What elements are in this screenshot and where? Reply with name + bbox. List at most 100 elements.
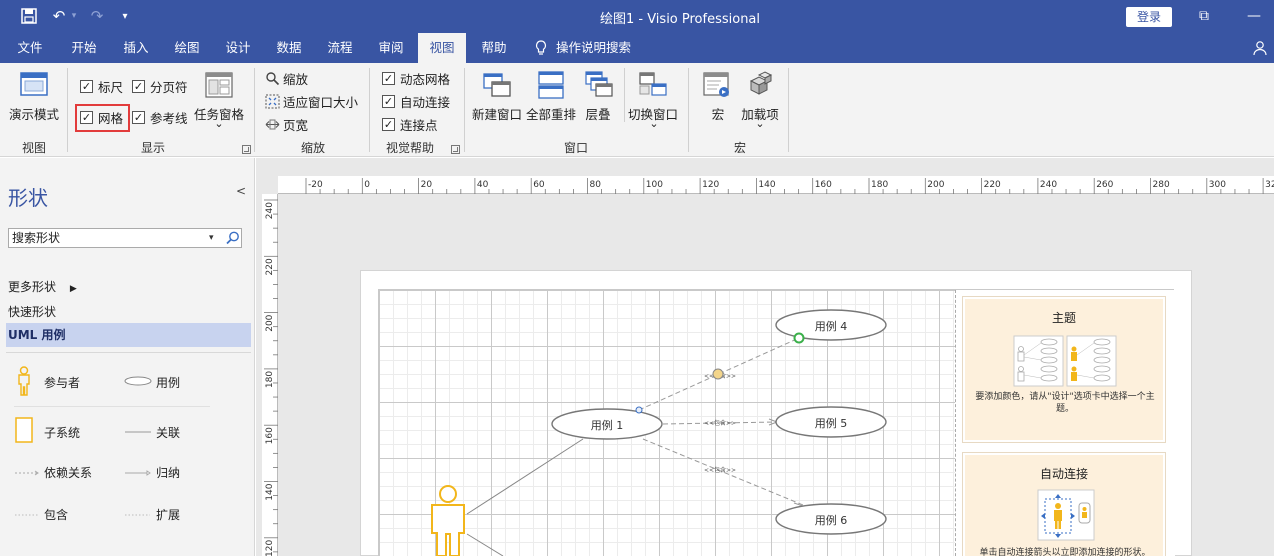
fit-to-window-icon [265,94,280,108]
save-icon[interactable] [18,6,40,26]
tab-draw[interactable]: 绘图 [165,33,209,63]
macros-label[interactable]: 宏 [704,104,732,123]
connector-label[interactable]: <<包含>> [704,419,736,427]
group-label-macros: 宏 [733,141,746,155]
switch-windows-dropdown-icon[interactable]: ⌄ [647,117,661,130]
addins-icon[interactable] [745,71,775,102]
collapse-pane-icon[interactable]: < [236,184,246,198]
tell-me-search[interactable]: 操作说明搜索 [556,33,640,63]
cascade-label[interactable]: 层叠 [580,104,616,123]
ruler-tick-label: 320 [1265,180,1274,190]
arrange-all-icon[interactable] [536,70,566,103]
chevron-right-icon: ▶ [69,284,77,294]
use-case-1[interactable]: 用例 1 [551,408,663,440]
lightbulb-icon [532,33,550,63]
checkbox-checked-icon: ✓ [382,94,395,108]
autoconnect-tip-card[interactable]: 自动连接 单击自动连接箭头以立即添加连接的形状。 [963,453,1165,556]
quick-shapes-item[interactable]: 快速形状 [8,303,56,320]
use-case-6[interactable]: 用例 6 [775,503,887,535]
separator [464,68,465,152]
connection-point-handle[interactable] [635,406,643,414]
ruler-corner [262,176,278,194]
ruler-tick-label: 200 [265,314,275,331]
guides-checkbox[interactable]: ✓ 参考线 [132,108,188,126]
tab-process[interactable]: 流程 [318,33,362,63]
task-panes-icon[interactable] [205,71,233,102]
cascade-icon[interactable] [584,70,614,103]
tab-data[interactable]: 数据 [267,33,311,63]
stencil-uml-use-case[interactable]: UML 用例 [6,323,251,347]
actor-shape[interactable] [431,485,465,556]
addins-dropdown-icon[interactable]: ⌄ [753,117,767,130]
horizontal-ruler[interactable]: -20 0 20 40 60 80 100 120 140 160 180 200 220 240 260 2… [278,176,1274,194]
autoconnect-preview-icon [1037,489,1095,541]
more-shapes-menu[interactable]: 更多形状 ▶ [8,278,77,295]
autoconnect-checkbox[interactable]: ✓ 自动连接 [382,92,450,110]
control-handle[interactable] [712,368,724,380]
svg-text:用例 1: 用例 1 [591,418,624,432]
stencil-include[interactable]: 包含 [14,500,124,530]
group-label-visual-aids: 视觉帮助 [385,141,434,155]
vertical-ruler[interactable]: 240 220 200 180 160 140 120 [262,194,278,556]
macros-icon[interactable] [703,71,731,102]
search-shapes-input[interactable]: 搜索形状 ▾ [8,228,242,248]
tab-file[interactable]: 文件 [8,33,52,63]
stencil-association[interactable]: 关联 [124,416,234,446]
search-dropdown-icon[interactable]: ▾ [209,229,214,247]
ruler-tick-label: 220 [265,258,275,275]
redo-icon[interactable]: ↷ [88,6,106,26]
customize-quick-access-icon[interactable]: ▾ [118,6,132,26]
theme-tip-card[interactable]: 主题 要添加颜色，请从"设计"选项卡中选择一个主题。 [963,297,1165,442]
stencil-actor[interactable]: 参与者 [14,366,114,396]
connector-label[interactable]: <<包含>> [704,466,736,474]
autoconnect-tip-title: 自动连接 [1039,467,1088,481]
stencil-use-case[interactable]: 用例 [124,366,234,396]
undo-icon[interactable]: ↶ [50,6,68,26]
tab-view[interactable]: 视图 [418,33,466,63]
new-window-icon[interactable] [482,70,512,103]
tab-design[interactable]: 设计 [216,33,260,63]
arrange-all-label[interactable]: 全部重排 [524,104,578,123]
zoom-button[interactable]: 缩放 [265,68,308,88]
separator [369,68,370,152]
minimize-button[interactable]: — [1244,6,1264,26]
stencil-extend[interactable]: 扩展 [124,500,234,530]
tab-home[interactable]: 开始 [62,33,106,63]
tab-help[interactable]: 帮助 [472,33,516,63]
use-case-5[interactable]: 用例 5 [775,406,887,438]
stencil-dependency[interactable]: 依赖关系 [14,458,124,488]
tab-insert[interactable]: 插入 [114,33,158,63]
dynamic-grid-checkbox[interactable]: ✓ 动态网格 [382,69,450,87]
search-icon[interactable] [225,230,241,246]
login-button[interactable]: 登录 [1126,7,1172,27]
switch-windows-icon[interactable] [638,70,668,103]
page-breaks-checkbox[interactable]: ✓ 分页符 [132,77,188,95]
ruler-checkbox[interactable]: ✓ 标尺 [80,77,123,95]
stencil-generalization[interactable]: 归纳 [124,458,234,488]
connection-points-checkbox[interactable]: ✓ 连接点 [382,115,438,133]
user-icon[interactable] [1250,33,1270,63]
ribbon-display-options-icon[interactable]: ⧉ [1194,6,1214,26]
checkbox-checked-icon: ✓ [80,79,93,93]
dialog-launcher-icon[interactable] [242,145,251,154]
association-connector[interactable] [466,533,504,556]
new-window-label[interactable]: 新建窗口 [470,104,524,123]
connection-point-handle[interactable] [793,332,805,344]
task-panes-dropdown-icon[interactable]: ⌄ [212,117,226,130]
tab-review[interactable]: 审阅 [369,33,413,63]
dialog-launcher-icon[interactable] [451,145,460,154]
window-title: 绘图1 - Visio Professional [599,12,761,27]
undo-dropdown-icon[interactable]: ▾ [68,6,80,26]
use-case-shape-icon [124,376,152,386]
ruler-tick-label: 160 [265,427,275,444]
presentation-mode-icon[interactable] [20,71,48,102]
association-connector[interactable] [466,438,584,515]
page-width-button[interactable]: 页宽 [265,114,308,134]
use-case-4[interactable]: 用例 4 [775,309,887,341]
ruler-tick-label: 160 [815,180,832,190]
stencil-subsystem[interactable]: 子系统 [14,416,114,446]
group-label-window: 窗口 [563,141,588,155]
presentation-mode-label[interactable]: 演示模式 [8,104,60,123]
ruler-tick-label: 0 [364,180,370,190]
fit-to-window-button[interactable]: 适应窗口大小 [265,91,358,111]
